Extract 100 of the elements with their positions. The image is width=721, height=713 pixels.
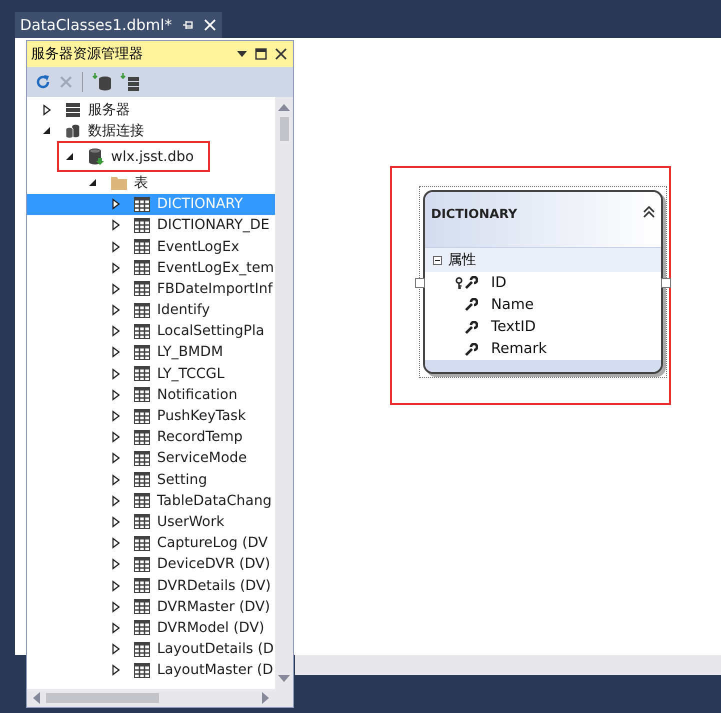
tree-item-label[interactable]: TableDataChang xyxy=(157,492,272,509)
scroll-thumb[interactable] xyxy=(46,693,159,703)
tree-item-label[interactable]: EventLogEx_tem xyxy=(157,260,274,276)
tree-item-label[interactable]: LY_BMDM xyxy=(157,344,224,360)
expander-icon[interactable] xyxy=(110,325,122,338)
collapse-icon[interactable] xyxy=(643,206,655,218)
tree-item-label[interactable]: DVRMaster (DV) xyxy=(157,598,270,615)
expander-icon[interactable] xyxy=(110,643,122,656)
tree-item-label[interactable]: 数据连接 xyxy=(88,122,144,140)
tree-item-label[interactable]: wlx.jsst.dbo xyxy=(111,148,194,165)
tree-row[interactable]: LayoutMaster (D xyxy=(27,660,275,681)
resize-handle[interactable] xyxy=(415,278,425,288)
property-name[interactable]: ID xyxy=(491,274,506,291)
tree-item-label[interactable]: LayoutDetails (D xyxy=(157,641,274,658)
expander-icon[interactable] xyxy=(110,346,122,358)
tree-item-label[interactable]: DVRDetails (DV) xyxy=(157,578,271,594)
tree-row[interactable]: UserWork xyxy=(27,511,275,533)
expander-icon[interactable] xyxy=(110,452,122,464)
expander-icon[interactable] xyxy=(87,176,99,189)
entity-name[interactable]: DICTIONARY xyxy=(431,206,518,221)
tree-row[interactable]: TableDataChang xyxy=(27,490,275,512)
scroll-thumb[interactable] xyxy=(280,117,288,141)
scroll-up-icon[interactable] xyxy=(278,103,290,111)
expander-icon[interactable] xyxy=(110,262,122,274)
expander-icon[interactable] xyxy=(41,104,53,116)
tree-item-label[interactable]: CaptureLog (DV xyxy=(157,535,268,552)
resize-handle[interactable] xyxy=(661,278,671,288)
tree-item-label[interactable]: LayoutMaster (D xyxy=(157,662,274,678)
expander-icon[interactable] xyxy=(110,219,122,232)
tree-row[interactable]: Notification xyxy=(27,384,275,406)
tree-row[interactable]: EventLogEx_tem xyxy=(27,257,275,278)
tree-item-label[interactable]: FBDateImportInf xyxy=(157,280,273,297)
tree-item-label[interactable]: Notification xyxy=(157,386,238,403)
expander-icon[interactable] xyxy=(110,240,122,253)
tree-row[interactable]: LY_TCCGL xyxy=(27,363,275,384)
tree-item-label[interactable]: ServiceMode xyxy=(157,450,247,466)
expander-icon[interactable] xyxy=(110,558,122,570)
tree-item-label[interactable]: LocalSettingPla xyxy=(157,323,264,340)
tree-item-label[interactable]: DeviceDVR (DV) xyxy=(157,556,270,572)
expander-icon[interactable] xyxy=(110,516,122,528)
tree-item-label[interactable]: Identify xyxy=(157,302,210,318)
server-plus-icon[interactable] xyxy=(120,73,140,91)
tree-row[interactable]: PushKeyTask xyxy=(27,405,275,427)
expander-icon[interactable] xyxy=(110,600,122,613)
tree-item-label[interactable]: LY_TCCGL xyxy=(157,366,224,382)
tree-row[interactable]: LocalSettingPla xyxy=(27,320,275,342)
expander-icon[interactable] xyxy=(110,580,122,592)
close-icon[interactable] xyxy=(275,48,287,60)
tree-row[interactable]: Identify xyxy=(27,300,275,321)
tree-row[interactable]: Setting xyxy=(27,469,275,490)
tree-item-label[interactable]: 服务器 xyxy=(88,100,130,119)
expander-icon[interactable] xyxy=(64,150,76,163)
maximize-icon[interactable] xyxy=(255,48,267,60)
dropdown-icon[interactable] xyxy=(237,51,247,57)
tree-row[interactable]: 服务器 xyxy=(27,99,275,120)
expander-icon[interactable] xyxy=(110,537,122,550)
collapse-box-icon[interactable] xyxy=(433,256,442,265)
tree-row[interactable]: RecordTemp xyxy=(27,426,275,448)
property-name[interactable]: Remark xyxy=(491,341,547,358)
pin-icon[interactable] xyxy=(182,19,194,31)
tree-item-label[interactable]: 表 xyxy=(134,174,148,192)
tree-item-label[interactable]: EventLogEx xyxy=(157,238,240,255)
tree-item-label[interactable]: DVRModel (DV) xyxy=(157,620,264,636)
tree-item-label[interactable]: DICTIONARY_DE xyxy=(157,217,270,234)
tree-row[interactable]: DVRMaster (DV) xyxy=(27,596,275,618)
tree-row[interactable]: ServiceMode xyxy=(27,448,275,469)
scroll-left-icon[interactable] xyxy=(33,692,40,704)
tree-item-label[interactable]: UserWork xyxy=(157,514,224,530)
tree-row[interactable]: wlx.jsst.dbo xyxy=(27,141,275,172)
tree-row[interactable]: FBDateImportInf xyxy=(27,278,275,300)
horizontal-scrollbar[interactable] xyxy=(27,689,293,707)
tree-row[interactable]: DVRDetails (DV) xyxy=(27,574,275,596)
tree-row[interactable]: 表 xyxy=(27,172,275,194)
property-name[interactable]: Name xyxy=(491,296,534,313)
expander-icon[interactable] xyxy=(110,622,122,634)
expander-icon[interactable] xyxy=(110,410,122,422)
vertical-scrollbar[interactable] xyxy=(275,97,293,689)
tree-item-label[interactable]: Setting xyxy=(157,472,208,488)
tree-item-label[interactable]: PushKeyTask xyxy=(157,408,246,424)
designer-scrollbar[interactable] xyxy=(295,655,721,675)
expander-icon[interactable] xyxy=(41,124,53,137)
expander-icon[interactable] xyxy=(110,664,122,676)
database-plus-icon[interactable] xyxy=(92,73,112,91)
expander-icon[interactable] xyxy=(110,198,122,210)
tree-row[interactable]: 数据连接 xyxy=(27,120,275,142)
tree-item-label[interactable]: RecordTemp xyxy=(157,429,243,446)
tree-row[interactable]: DeviceDVR (DV) xyxy=(27,554,275,575)
scroll-right-icon[interactable] xyxy=(262,692,269,704)
tree-row[interactable]: DVRModel (DV) xyxy=(27,617,275,638)
property-name[interactable]: TextID xyxy=(491,319,536,336)
expander-icon[interactable] xyxy=(110,304,122,316)
tree-row[interactable]: LY_BMDM xyxy=(27,342,275,364)
expander-icon[interactable] xyxy=(110,282,122,295)
expander-icon[interactable] xyxy=(110,474,122,486)
scroll-down-icon[interactable] xyxy=(278,675,290,683)
expander-icon[interactable] xyxy=(110,494,122,507)
tree-row[interactable]: CaptureLog (DV xyxy=(27,532,275,554)
expander-icon[interactable] xyxy=(110,388,122,401)
expander-icon[interactable] xyxy=(110,368,122,380)
refresh-icon[interactable] xyxy=(35,74,51,90)
